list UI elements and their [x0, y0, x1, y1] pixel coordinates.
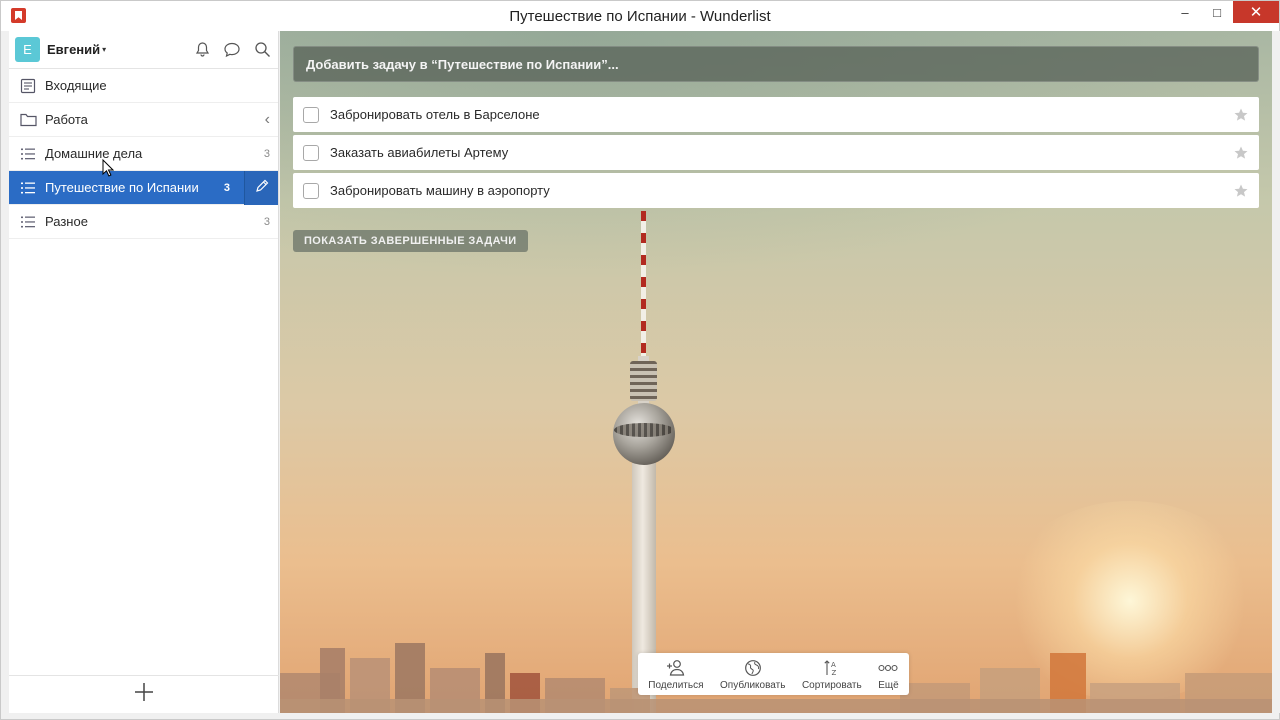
toolbar-label: Сортировать [801, 679, 862, 691]
sidebar-item-spain-trip[interactable]: Путешествие по Испании 3 [9, 171, 278, 205]
sidebar-item-inbox[interactable]: Входящие [9, 69, 278, 103]
task-count-badge: 3 [263, 147, 270, 160]
inbox-icon [19, 77, 37, 95]
task-item[interactable]: Забронировать отель в Барселоне [293, 97, 1259, 132]
list-icon [19, 179, 37, 197]
sidebar-item-label: Входящие [45, 78, 107, 93]
svg-text:A: A [831, 661, 836, 669]
pencil-icon [254, 178, 270, 199]
avatar[interactable]: E [15, 37, 40, 62]
sidebar-item-work-folder[interactable]: Работа ‹ [9, 103, 278, 137]
task-item[interactable]: Забронировать машину в аэропорту [293, 173, 1259, 208]
toolbar-label: Ещё [878, 679, 899, 691]
bell-icon[interactable] [192, 40, 212, 60]
more-dots-icon [878, 658, 899, 678]
sidebar: E Евгений ▾ Входящие Работа ‹ Домашние д… [9, 31, 279, 713]
mouse-cursor-icon [102, 158, 115, 177]
window-title: Путешествие по Испании - Wunderlist [509, 7, 771, 25]
bottom-toolbar: Поделиться Опубликовать AZ Сортировать Е… [638, 653, 909, 695]
task-checkbox[interactable] [303, 106, 319, 123]
task-list-panel: Добавить задачу в “Путешествие по Испани… [280, 31, 1272, 713]
task-item[interactable]: Заказать авиабилеты Артему [293, 135, 1259, 170]
list-icon [19, 213, 37, 231]
close-button[interactable]: ✕ [1233, 1, 1279, 23]
task-checkbox[interactable] [303, 144, 319, 161]
sidebar-item-label: Разное [45, 214, 88, 229]
svg-text:Z: Z [831, 669, 836, 677]
edit-list-button[interactable] [244, 171, 278, 205]
add-task-placeholder: Добавить задачу в “Путешествие по Испани… [306, 56, 619, 72]
globe-icon [743, 658, 763, 678]
user-menu-caret-icon[interactable]: ▾ [102, 45, 106, 54]
task-list: Забронировать отель в Барселоне Заказать… [293, 97, 1259, 211]
task-title: Забронировать машину в аэропорту [330, 183, 550, 198]
sidebar-item-misc[interactable]: Разное 3 [9, 205, 278, 239]
star-icon[interactable] [1233, 145, 1249, 161]
share-person-icon [666, 658, 686, 678]
sidebar-item-label: Работа [45, 112, 88, 127]
toolbar-label: Опубликовать [720, 679, 786, 691]
search-icon[interactable] [252, 40, 272, 60]
user-name[interactable]: Евгений [47, 42, 100, 57]
task-count-badge: 3 [223, 181, 230, 194]
sidebar-item-label: Путешествие по Испании [45, 180, 199, 195]
toolbar-label: Поделиться [648, 679, 704, 691]
add-list-button[interactable] [9, 675, 279, 713]
add-task-input[interactable]: Добавить задачу в “Путешествие по Испани… [293, 46, 1259, 82]
publish-button[interactable]: Опубликовать [720, 658, 785, 691]
task-checkbox[interactable] [303, 182, 319, 199]
star-icon[interactable] [1233, 107, 1249, 123]
sort-az-icon: AZ [822, 658, 842, 678]
chevron-left-icon[interactable]: ‹ [265, 111, 270, 129]
maximize-button[interactable]: □ [1201, 1, 1233, 23]
wunderlist-app-icon [11, 8, 26, 23]
task-title: Заказать авиабилеты Артему [330, 145, 509, 160]
sort-button[interactable]: AZ Сортировать [802, 658, 862, 691]
user-actions [192, 40, 272, 60]
list-icon [19, 145, 37, 163]
more-button[interactable]: Ещё [878, 658, 899, 691]
show-completed-button[interactable]: ПОКАЗАТЬ ЗАВЕРШЕННЫЕ ЗАДАЧИ [293, 230, 528, 252]
task-count-badge: 3 [263, 215, 270, 228]
window-controls: ‒ □ ✕ [1169, 1, 1279, 31]
app-window: Путешествие по Испании - Wunderlist ‒ □ … [0, 0, 1280, 720]
comment-icon[interactable] [222, 40, 242, 60]
star-icon[interactable] [1233, 183, 1249, 199]
minimize-button[interactable]: ‒ [1169, 1, 1201, 23]
share-button[interactable]: Поделиться [648, 658, 704, 691]
scrollbar-track[interactable] [1272, 31, 1280, 713]
plus-icon [134, 682, 154, 707]
title-bar: Путешествие по Испании - Wunderlist ‒ □ … [1, 1, 1279, 31]
sidebar-item-home-tasks[interactable]: Домашние дела 3 [9, 137, 278, 171]
list-menu: Входящие Работа ‹ Домашние дела 3 Путеше… [9, 69, 278, 239]
folder-icon [19, 111, 37, 129]
task-title: Забронировать отель в Барселоне [330, 107, 540, 122]
user-bar: E Евгений ▾ [9, 31, 278, 69]
sidebar-item-label: Домашние дела [45, 146, 143, 161]
